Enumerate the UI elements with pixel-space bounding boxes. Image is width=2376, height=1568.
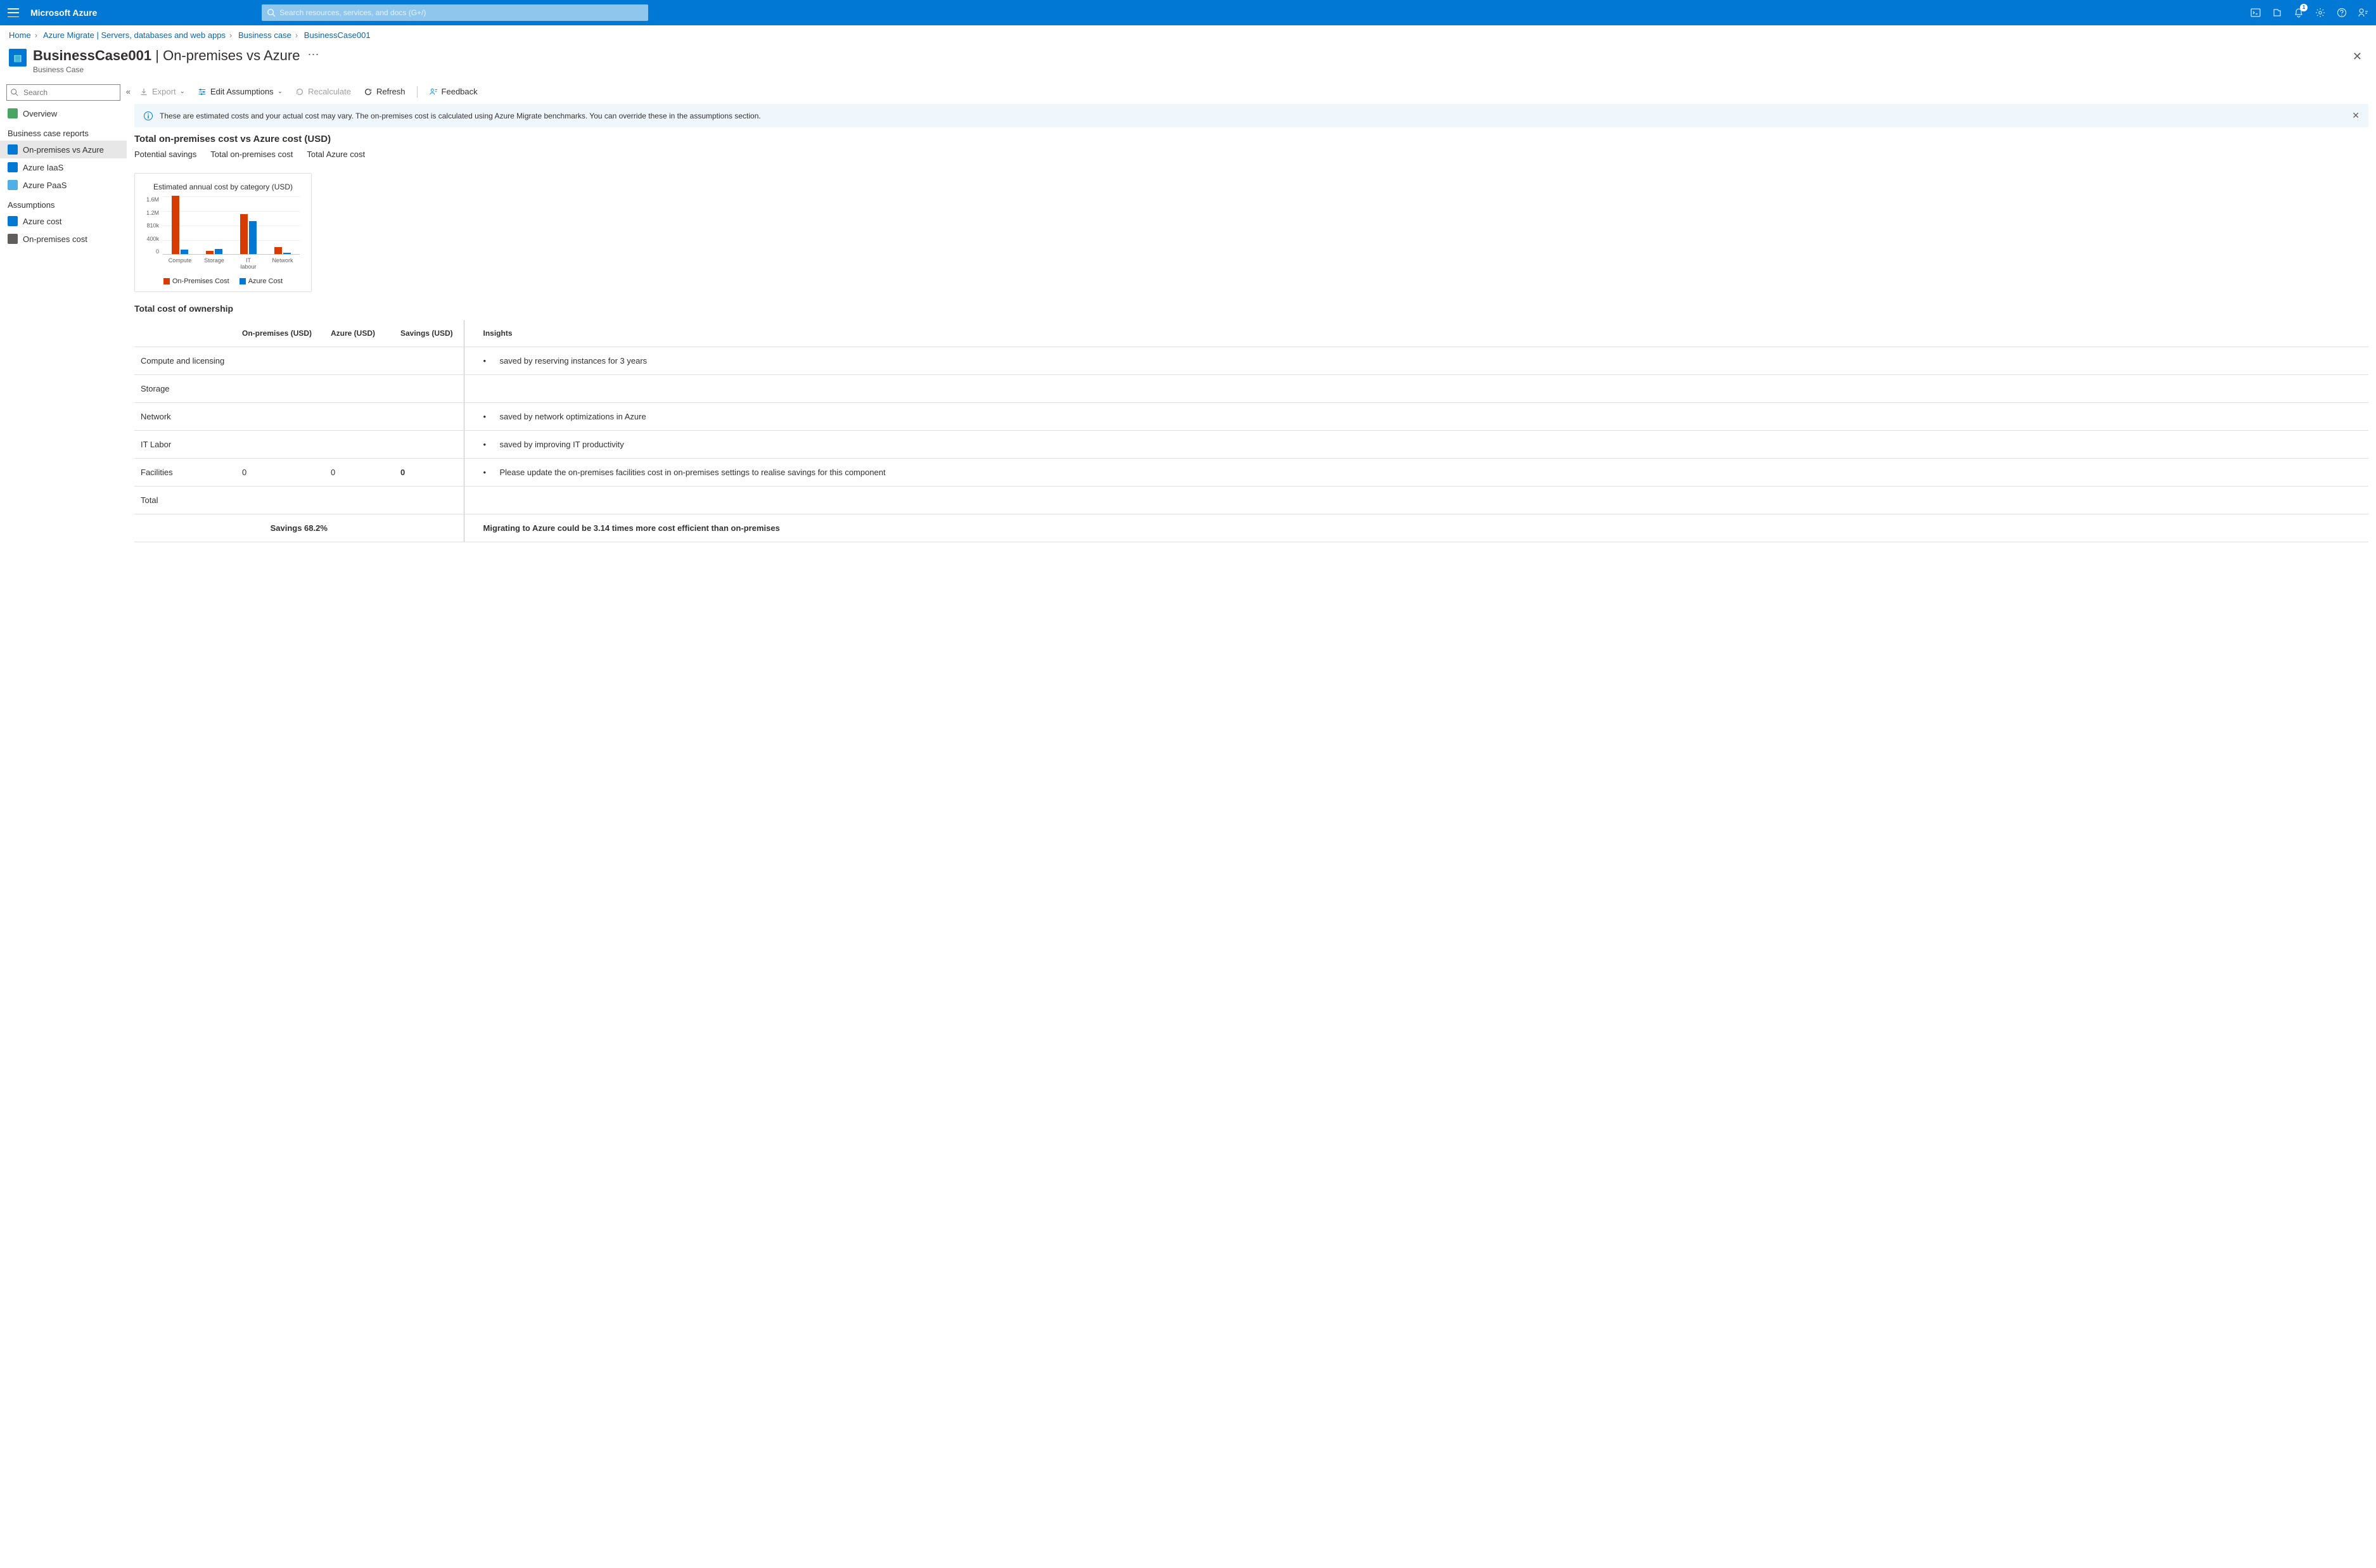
- crumb-current[interactable]: BusinessCase001: [304, 30, 371, 40]
- feedback-button[interactable]: Feedback: [424, 84, 483, 99]
- table-row: Compute and licensing •saved by reservin…: [134, 347, 2368, 375]
- tab-onprem-cost[interactable]: Total on-premises cost: [210, 150, 293, 162]
- cost-chart: Estimated annual cost by category (USD) …: [134, 173, 312, 292]
- crumb-home[interactable]: Home: [9, 30, 31, 40]
- download-icon: [139, 87, 148, 96]
- refresh-icon: [364, 87, 373, 96]
- main-content: Export⌄ Edit Assumptions⌄ Recalculate Re…: [127, 80, 2376, 555]
- sidebar-section-reports: Business case reports: [0, 122, 127, 141]
- sidebar-item-label: Overview: [23, 109, 57, 118]
- section-heading: Total on-premises cost vs Azure cost (US…: [134, 134, 2368, 144]
- table-row: Storage: [134, 375, 2368, 403]
- chart-title: Estimated annual cost by category (USD): [146, 182, 300, 191]
- notification-badge: 1: [2300, 4, 2308, 11]
- sidebar-item-label: Azure cost: [23, 217, 61, 226]
- search-icon: [10, 88, 19, 97]
- sidebar-item-label: Azure IaaS: [23, 163, 63, 172]
- th-azure: Azure (USD): [324, 320, 394, 347]
- chart-x-axis: ComputeStorageITlabourNetwork: [163, 257, 300, 270]
- directories-icon[interactable]: [2272, 8, 2282, 18]
- breadcrumb: Home› Azure Migrate | Servers, databases…: [0, 25, 2376, 45]
- table-row: Total: [134, 487, 2368, 514]
- export-button[interactable]: Export⌄: [134, 84, 190, 99]
- sidebar-search-input[interactable]: [6, 84, 120, 101]
- edit-assumptions-button[interactable]: Edit Assumptions⌄: [193, 84, 288, 99]
- cloud-cost-icon: [8, 216, 18, 226]
- sidebar-item-label: Azure PaaS: [23, 181, 67, 190]
- more-actions-icon[interactable]: ⋯: [307, 48, 319, 61]
- info-banner: These are estimated costs and your actua…: [134, 104, 2368, 127]
- close-blade-icon[interactable]: ✕: [2347, 48, 2367, 66]
- paas-icon: [8, 180, 18, 190]
- th-savings: Savings (USD): [394, 320, 464, 347]
- th-onprem: On-premises (USD): [236, 320, 324, 347]
- dismiss-banner-icon[interactable]: ✕: [2352, 110, 2360, 121]
- tab-potential-savings[interactable]: Potential savings: [134, 150, 196, 162]
- chart-plot-area: [163, 196, 300, 255]
- hamburger-menu-icon[interactable]: [8, 8, 19, 17]
- th-insights: Insights: [464, 320, 2368, 347]
- recalculate-button[interactable]: Recalculate: [290, 84, 356, 99]
- resource-type-icon: ▤: [9, 49, 27, 67]
- page-subtitle: Business Case: [33, 65, 300, 74]
- sidebar-item-label: On-premises vs Azure: [23, 145, 104, 155]
- sliders-icon: [198, 87, 207, 96]
- sidebar-item-azure-cost[interactable]: Azure cost: [0, 212, 127, 230]
- info-icon: [143, 111, 153, 121]
- refresh-button[interactable]: Refresh: [359, 84, 411, 99]
- feedback-icon[interactable]: [2358, 8, 2368, 18]
- iaas-icon: [8, 162, 18, 172]
- help-icon[interactable]: [2337, 8, 2347, 18]
- cloud-shell-icon[interactable]: [2251, 8, 2261, 18]
- tab-azure-cost[interactable]: Total Azure cost: [307, 150, 365, 162]
- sidebar-item-azure-paas[interactable]: Azure PaaS: [0, 176, 127, 194]
- settings-icon[interactable]: [2315, 8, 2325, 18]
- page-title: BusinessCase001 | On-premises vs Azure: [33, 48, 300, 64]
- chart-legend: On-Premises Cost Azure Cost: [146, 277, 300, 285]
- sidebar-item-onprem-vs-azure[interactable]: On-premises vs Azure: [0, 141, 127, 158]
- legend-azure: Azure Cost: [240, 277, 283, 285]
- brand-label: Microsoft Azure: [30, 8, 97, 18]
- search-icon: [267, 8, 276, 17]
- metric-tabs: Potential savings Total on-premises cost…: [134, 150, 2368, 162]
- tco-table: On-premises (USD) Azure (USD) Savings (U…: [134, 320, 2368, 542]
- compare-icon: [8, 144, 18, 155]
- crumb-businesscase[interactable]: Business case: [238, 30, 291, 40]
- azure-topbar: Microsoft Azure 1: [0, 0, 2376, 25]
- overview-icon: [8, 108, 18, 118]
- footer-insight: Migrating to Azure could be 3.14 times m…: [464, 514, 2368, 542]
- table-row: Facilities000 •Please update the on-prem…: [134, 459, 2368, 487]
- crumb-migrate[interactable]: Azure Migrate | Servers, databases and w…: [43, 30, 226, 40]
- info-text: These are estimated costs and your actua…: [160, 112, 761, 120]
- sidebar: « Overview Business case reports On-prem…: [0, 80, 127, 555]
- tco-heading: Total cost of ownership: [134, 303, 2368, 314]
- recalc-icon: [295, 87, 304, 96]
- sidebar-item-overview[interactable]: Overview: [0, 105, 127, 122]
- sidebar-item-onprem-cost[interactable]: On-premises cost: [0, 230, 127, 248]
- person-feedback-icon: [429, 87, 438, 96]
- sidebar-item-azure-iaas[interactable]: Azure IaaS: [0, 158, 127, 176]
- topbar-actions: 1: [2251, 8, 2368, 18]
- table-row: IT Labor •saved by improving IT producti…: [134, 431, 2368, 459]
- chart-y-axis: 1.6M1.2M810k400k0: [146, 196, 159, 255]
- table-row: Network •saved by network optimizations …: [134, 403, 2368, 431]
- global-search[interactable]: [262, 4, 648, 21]
- sidebar-section-assumptions: Assumptions: [0, 194, 127, 212]
- legend-onprem: On-Premises Cost: [163, 277, 229, 285]
- command-bar: Export⌄ Edit Assumptions⌄ Recalculate Re…: [134, 80, 2368, 104]
- sidebar-search[interactable]: [6, 84, 120, 101]
- global-search-input[interactable]: [262, 4, 648, 21]
- sidebar-item-label: On-premises cost: [23, 234, 87, 244]
- footer-savings: Savings 68.2%: [134, 514, 464, 542]
- page-titlebar: ▤ BusinessCase001 | On-premises vs Azure…: [0, 45, 2376, 80]
- server-cost-icon: [8, 234, 18, 244]
- notifications-icon[interactable]: 1: [2294, 8, 2304, 18]
- th-blank: [134, 320, 236, 347]
